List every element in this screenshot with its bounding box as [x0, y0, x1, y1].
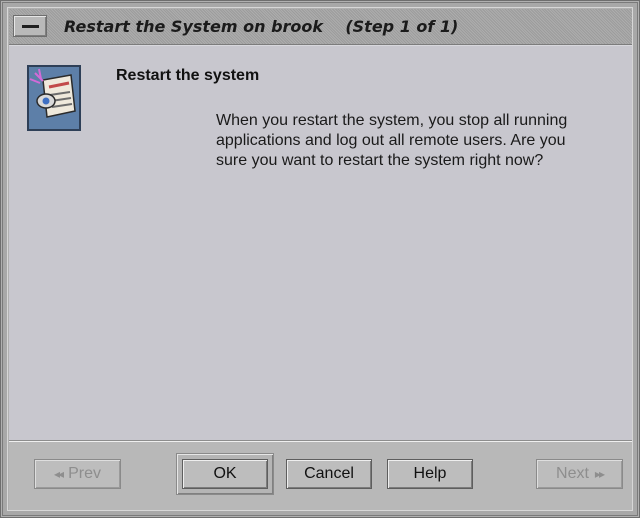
- window-menu-button[interactable]: [13, 15, 47, 37]
- prev-arrow-icon: ◂◂: [54, 467, 64, 481]
- window-title: Restart the System on brook (Step 1 of 1…: [64, 17, 459, 36]
- next-button[interactable]: Next ▸▸: [536, 459, 623, 489]
- restart-system-icon: [27, 65, 81, 131]
- help-button-label: Help: [413, 465, 447, 482]
- next-arrow-icon: ▸▸: [594, 467, 605, 481]
- prev-button[interactable]: ◂◂ Prev: [34, 459, 121, 489]
- menu-bar-icon: [22, 25, 39, 28]
- dialog-heading: Restart the system: [116, 67, 260, 84]
- next-button-label: Next: [556, 465, 589, 482]
- content-area: [9, 45, 632, 441]
- title-bar[interactable]: Restart the System on brook (Step 1 of 1…: [9, 9, 632, 45]
- ok-button[interactable]: OK: [182, 459, 268, 489]
- cancel-button-label: Cancel: [304, 465, 354, 482]
- help-button[interactable]: Help: [387, 459, 473, 489]
- prev-button-label: Prev: [68, 465, 101, 482]
- cancel-button[interactable]: Cancel: [286, 459, 372, 489]
- dialog-message: When you restart the system, you stop al…: [216, 112, 568, 169]
- ok-button-label: OK: [213, 465, 237, 482]
- dialog-window: Restart the System on brook (Step 1 of 1…: [0, 0, 640, 518]
